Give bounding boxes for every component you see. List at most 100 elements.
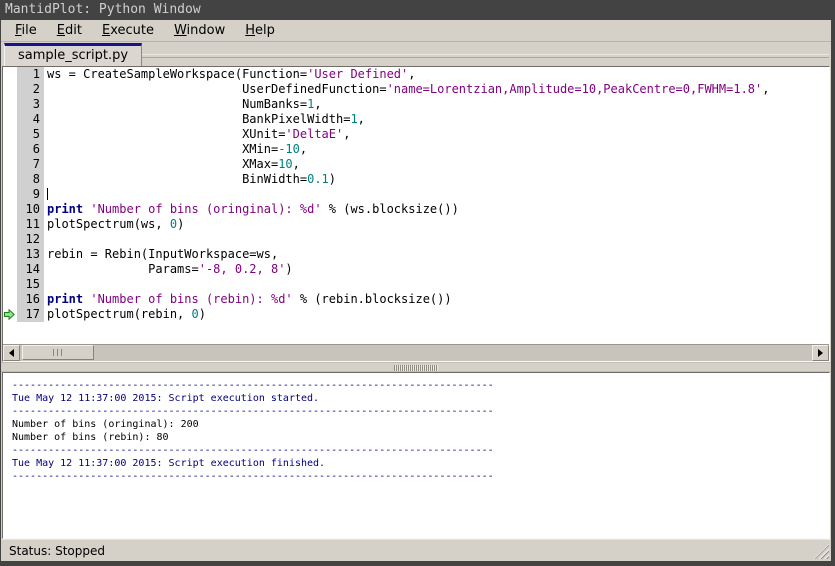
code-line[interactable]: 15 <box>3 277 829 292</box>
code-line[interactable]: 9 <box>3 187 829 202</box>
script-editor: 1 ws = CreateSampleWorkspace(Function='Us… <box>2 66 830 362</box>
code-line[interactable]: 5 XUnit='DeltaE', <box>3 127 829 142</box>
arrow-right-icon <box>818 349 823 357</box>
line-number: 17 <box>17 307 44 322</box>
code-text: NumBanks=1, <box>47 97 322 111</box>
code-line[interactable]: 4 BankPixelWidth=1, <box>3 112 829 127</box>
menu-execute[interactable]: Execute <box>92 21 164 40</box>
menu-file[interactable]: File <box>5 21 47 40</box>
code-text: BinWidth=0.1) <box>47 172 337 186</box>
output-line-rule: ----------------------------------------… <box>12 445 494 456</box>
line-number: 10 <box>17 202 44 217</box>
code-text: print 'Number of bins (oringinal): %d' %… <box>47 202 459 216</box>
code-text: rebin = Rebin(InputWorkspace=ws, <box>47 247 279 261</box>
code-line[interactable]: 17 plotSpectrum(rebin, 0) <box>3 307 829 322</box>
tab-bar: sample_script.py <box>1 42 831 66</box>
window-title: MantidPlot: Python Window <box>5 2 201 17</box>
code-text: plotSpectrum(rebin, 0) <box>47 307 206 321</box>
marker-margin <box>3 262 17 277</box>
code-text: XUnit='DeltaE', <box>47 127 351 141</box>
code-line[interactable]: 10 print 'Number of bins (oringinal): %d'… <box>3 202 829 217</box>
code-text: XMin=-10, <box>47 142 308 156</box>
output-line-log: Tue May 12 11:37:00 2015: Script executi… <box>12 458 326 469</box>
window-content: File Edit Execute Window Help sample_script.… <box>1 20 831 561</box>
line-number: 4 <box>17 112 44 127</box>
marker-margin <box>3 82 17 97</box>
code-line[interactable]: 16 print 'Number of bins (rebin): %d' % (… <box>3 292 829 307</box>
line-number: 8 <box>17 172 44 187</box>
status-text: Status: Stopped <box>9 543 105 558</box>
execution-arrow-icon <box>3 307 17 322</box>
line-number: 13 <box>17 247 44 262</box>
marker-margin <box>3 247 17 262</box>
output-line-print: Number of bins (oringinal): 200 <box>12 419 199 430</box>
output-line-print: Number of bins (rebin): 80 <box>12 432 169 443</box>
line-number: 15 <box>17 277 44 292</box>
arrow-left-icon <box>9 349 14 357</box>
marker-margin <box>3 127 17 142</box>
output-line-rule: ----------------------------------------… <box>12 471 494 482</box>
scrollbar-grip-icon <box>52 349 64 356</box>
code-line[interactable]: 8 BinWidth=0.1) <box>3 172 829 187</box>
code-line[interactable]: 14 Params='-8, 0.2, 8') <box>3 262 829 277</box>
title-bar[interactable]: MantidPlot: Python Window <box>0 0 835 20</box>
code-line[interactable]: 1 ws = CreateSampleWorkspace(Function='Us… <box>3 67 829 82</box>
text-caret <box>47 188 48 200</box>
menu-bar: File Edit Execute Window Help <box>1 20 831 42</box>
code-text: XMax=10, <box>47 157 300 171</box>
code-line[interactable]: 12 <box>3 232 829 247</box>
line-number: 11 <box>17 217 44 232</box>
code-editor-area[interactable]: 1 ws = CreateSampleWorkspace(Function='Us… <box>3 67 829 344</box>
tab-label: sample_script.py <box>18 48 129 63</box>
splitter-handle-icon[interactable] <box>394 365 438 371</box>
menu-edit[interactable]: Edit <box>47 21 92 40</box>
python-window: MantidPlot: Python Window File Edit Execut… <box>0 0 835 566</box>
line-number: 16 <box>17 292 44 307</box>
line-number: 12 <box>17 232 44 247</box>
code-line[interactable]: 7 XMax=10, <box>3 157 829 172</box>
output-line-rule: ----------------------------------------… <box>12 380 494 391</box>
code-text: UserDefinedFunction='name=Lorentzian,Amp… <box>47 82 770 96</box>
scroll-right-button[interactable] <box>812 345 829 361</box>
code-text: ws = CreateSampleWorkspace(Function='Use… <box>47 67 416 81</box>
code-text: plotSpectrum(ws, 0) <box>47 217 185 231</box>
code-line[interactable]: 11 plotSpectrum(ws, 0) <box>3 217 829 232</box>
marker-margin <box>3 217 17 232</box>
horizontal-scrollbar <box>3 344 829 361</box>
menu-window[interactable]: Window <box>164 21 235 40</box>
resize-grip-icon[interactable] <box>814 544 829 559</box>
line-number: 1 <box>17 67 44 82</box>
code-line[interactable]: 3 NumBanks=1, <box>3 97 829 112</box>
marker-margin <box>3 187 17 202</box>
line-number: 2 <box>17 82 44 97</box>
code-line[interactable]: 6 XMin=-10, <box>3 142 829 157</box>
marker-margin <box>3 277 17 292</box>
line-number: 3 <box>17 97 44 112</box>
code-line[interactable]: 13 rebin = Rebin(InputWorkspace=ws, <box>3 247 829 262</box>
line-number: 7 <box>17 157 44 172</box>
output-line-rule: ----------------------------------------… <box>12 406 494 417</box>
line-number: 6 <box>17 142 44 157</box>
marker-margin <box>3 142 17 157</box>
scrollbar-track[interactable] <box>20 345 812 361</box>
marker-margin <box>3 67 17 82</box>
marker-margin <box>3 97 17 112</box>
output-log-panel[interactable]: ----------------------------------------… <box>2 372 830 539</box>
code-text: BankPixelWidth=1, <box>47 112 365 126</box>
output-line-log: Tue May 12 11:37:00 2015: Script executi… <box>12 393 320 404</box>
code-text: print 'Number of bins (rebin): %d' % (re… <box>47 292 452 306</box>
marker-margin <box>3 112 17 127</box>
line-number: 9 <box>17 187 44 202</box>
code-text <box>44 187 829 202</box>
code-line[interactable]: 2 UserDefinedFunction='name=Lorentzian,A… <box>3 82 829 97</box>
menu-help[interactable]: Help <box>235 21 285 40</box>
tab-sample-script[interactable]: sample_script.py <box>4 43 143 66</box>
status-bar: Status: Stopped <box>1 539 831 561</box>
marker-margin <box>3 232 17 247</box>
scrollbar-thumb[interactable] <box>22 345 94 360</box>
splitter <box>1 362 831 372</box>
marker-margin <box>3 202 17 217</box>
scroll-left-button[interactable] <box>3 345 20 361</box>
